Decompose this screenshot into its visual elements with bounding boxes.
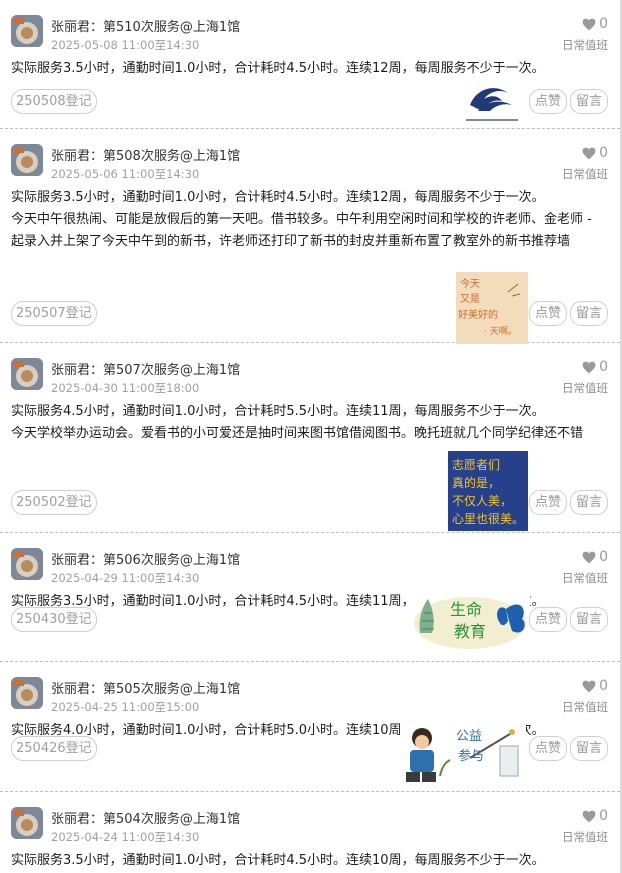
register-button[interactable]: 250507登记 bbox=[11, 301, 97, 326]
entry-time: 2025-04-29 11:00至14:30 bbox=[51, 571, 200, 585]
avatar[interactable] bbox=[11, 807, 43, 839]
comment-button[interactable]: 留言 bbox=[570, 301, 608, 326]
avatar[interactable] bbox=[11, 15, 43, 47]
entry-title[interactable]: 张丽君：第508次服务@上海1馆 bbox=[51, 145, 240, 164]
comment-button[interactable]: 留言 bbox=[570, 736, 608, 761]
like-count-value: 0 bbox=[599, 16, 608, 32]
life-education-card-image[interactable]: 生命 教育 bbox=[410, 589, 530, 651]
like-count-value: 0 bbox=[599, 549, 608, 565]
entry-text: 实际服务3.5小时，通勤时间1.0小时，合计耗时4.5小时。连续10周，每周服务… bbox=[11, 853, 545, 868]
shift-type: 日常值班 bbox=[562, 571, 608, 585]
like-button[interactable]: 点赞 bbox=[529, 736, 567, 761]
like-button[interactable]: 点赞 bbox=[529, 607, 567, 632]
card-text: 参与 bbox=[458, 748, 484, 764]
like-count: 0 bbox=[582, 359, 608, 375]
heart-icon bbox=[582, 551, 596, 563]
register-button[interactable]: 250508登记 bbox=[11, 89, 97, 114]
heart-icon bbox=[582, 680, 596, 692]
like-count-value: 0 bbox=[599, 359, 608, 375]
comment-button[interactable]: 留言 bbox=[570, 490, 608, 515]
heart-icon bbox=[582, 361, 596, 373]
entry-text: 实际服务3.5小时，通勤时间1.0小时，合计耗时4.5小时。连续12周，每周服务… bbox=[11, 190, 545, 205]
service-entry: 张丽君：第510次服务@上海1馆 2025-05-08 11:00至14:30 … bbox=[0, 0, 620, 129]
register-button[interactable]: 250426登记 bbox=[11, 736, 97, 761]
card-text: 好美好的 bbox=[458, 308, 498, 321]
entry-time: 2025-04-30 11:00至18:00 bbox=[51, 381, 200, 395]
shift-type: 日常值班 bbox=[562, 381, 608, 395]
entry-body: 实际服务4.5小时，通勤时间1.0小时，合计耗时5.5小时。连续11周，每周服务… bbox=[11, 401, 607, 445]
like-count: 0 bbox=[582, 145, 608, 161]
like-count-value: 0 bbox=[599, 678, 608, 694]
like-count: 0 bbox=[582, 678, 608, 694]
entry-title[interactable]: 张丽君：第505次服务@上海1馆 bbox=[51, 678, 240, 697]
register-button[interactable]: 250502登记 bbox=[11, 490, 97, 515]
public-welfare-card-image[interactable]: 公益 参与 bbox=[400, 716, 526, 784]
entry-title[interactable]: 张丽君：第510次服务@上海1馆 bbox=[51, 16, 240, 35]
card-text: 教育 bbox=[454, 622, 486, 641]
entry-title[interactable]: 张丽君：第504次服务@上海1馆 bbox=[51, 808, 240, 827]
like-button[interactable]: 点赞 bbox=[529, 89, 567, 114]
entry-text: 实际服务3.5小时，通勤时间1.0小时，合计耗时4.5小时。连续12周，每周服务… bbox=[11, 61, 545, 76]
like-count-value: 0 bbox=[599, 145, 608, 161]
card-text: · 天啊。 bbox=[484, 326, 517, 337]
card-text: 生命 bbox=[450, 600, 482, 619]
entry-body: 实际服务3.5小时，通勤时间1.0小时，合计耗时4.5小时。连续12周，每周服务… bbox=[11, 58, 607, 80]
avatar[interactable] bbox=[11, 677, 43, 709]
volunteer-card-image[interactable]: 志愿者们 真的是， 不仅人美， 心里也很美。 bbox=[448, 451, 528, 531]
avatar[interactable] bbox=[11, 144, 43, 176]
entry-title[interactable]: 张丽君：第506次服务@上海1馆 bbox=[51, 549, 240, 568]
entry-text: 今天学校举办运动会。爱看书的小可爱还是抽时间来图书馆借阅图书。晚托班就几个同学纪… bbox=[11, 426, 584, 441]
avatar[interactable] bbox=[11, 548, 43, 580]
service-entry: 张丽君：第504次服务@上海1馆 2025-04-24 11:00至14:30 … bbox=[0, 792, 620, 873]
card-text: 不仅人美， bbox=[452, 494, 512, 508]
entry-title[interactable]: 张丽君：第507次服务@上海1馆 bbox=[51, 359, 240, 378]
like-count-value: 0 bbox=[599, 808, 608, 824]
register-button[interactable]: 250430登记 bbox=[11, 607, 97, 632]
like-button[interactable]: 点赞 bbox=[529, 301, 567, 326]
entry-text: 今天中午很热闹、可能是放假后的第一天吧。借书较多。中午利用空闲时间和学校的许老师… bbox=[11, 212, 592, 249]
shift-type: 日常值班 bbox=[562, 830, 608, 844]
card-text: 真的是， bbox=[452, 475, 500, 490]
shift-type: 日常值班 bbox=[562, 700, 608, 714]
heart-icon bbox=[582, 147, 596, 159]
like-count: 0 bbox=[582, 16, 608, 32]
service-entry: 张丽君：第508次服务@上海1馆 2025-05-06 11:00至14:30 … bbox=[0, 129, 620, 344]
entry-body: 实际服务3.5小时，通勤时间1.0小时，合计耗时4.5小时。连续10周，每周服务… bbox=[11, 850, 607, 872]
like-count: 0 bbox=[582, 549, 608, 565]
card-text: 今天 bbox=[460, 277, 480, 290]
avatar[interactable] bbox=[11, 358, 43, 390]
heart-icon bbox=[582, 810, 596, 822]
comment-button[interactable]: 留言 bbox=[570, 607, 608, 632]
entry-time: 2025-04-24 11:00至14:30 bbox=[51, 830, 200, 844]
entry-text: 实际服务4.5小时，通勤时间1.0小时，合计耗时5.5小时。连续11周，每周服务… bbox=[11, 404, 545, 419]
comment-button[interactable]: 留言 bbox=[570, 89, 608, 114]
service-entry: 张丽君：第506次服务@上海1馆 2025-04-29 11:00至14:30 … bbox=[0, 533, 620, 662]
shift-type: 日常值班 bbox=[562, 167, 608, 181]
card-text: 又是 bbox=[460, 293, 480, 305]
logo-image[interactable] bbox=[456, 79, 528, 127]
good-day-card-image[interactable]: 今天 又是 好美好的 · 天啊。 bbox=[456, 272, 528, 344]
entry-time: 2025-04-25 11:00至15:00 bbox=[51, 700, 200, 714]
service-feed: 张丽君：第510次服务@上海1馆 2025-05-08 11:00至14:30 … bbox=[0, 0, 620, 873]
shift-type: 日常值班 bbox=[562, 38, 608, 52]
heart-icon bbox=[582, 18, 596, 30]
entry-time: 2025-05-06 11:00至14:30 bbox=[51, 167, 200, 181]
like-button[interactable]: 点赞 bbox=[529, 490, 567, 515]
service-entry: 张丽君：第507次服务@上海1馆 2025-04-30 11:00至18:00 … bbox=[0, 343, 620, 533]
card-text: 志愿者们 bbox=[452, 457, 500, 472]
entry-time: 2025-05-08 11:00至14:30 bbox=[51, 38, 200, 52]
entry-body: 实际服务3.5小时，通勤时间1.0小时，合计耗时4.5小时。连续12周，每周服务… bbox=[11, 187, 607, 253]
service-entry: 张丽君：第505次服务@上海1馆 2025-04-25 11:00至15:00 … bbox=[0, 662, 620, 792]
like-count: 0 bbox=[582, 808, 608, 824]
card-text: 公益 bbox=[456, 729, 482, 744]
card-text: 心里也很美。 bbox=[452, 512, 524, 526]
